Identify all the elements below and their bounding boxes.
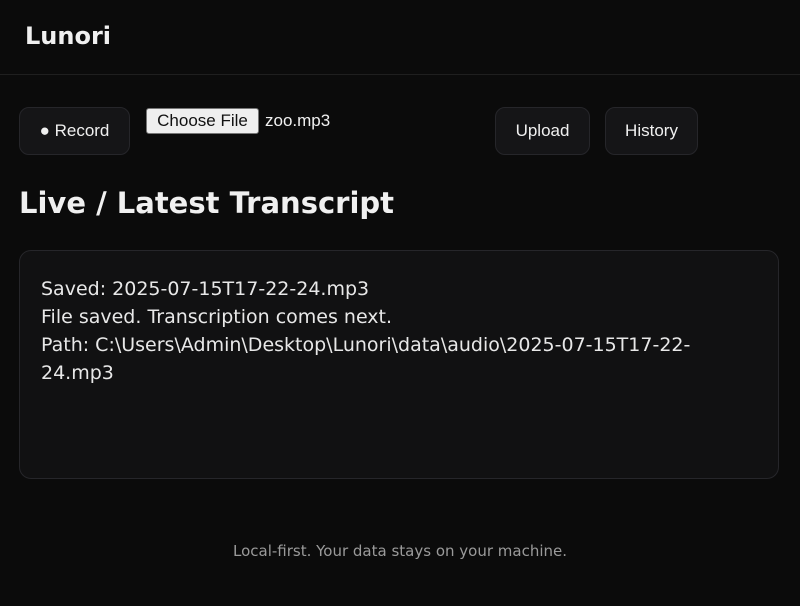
app-header: Lunori (0, 0, 800, 75)
transcript-line: Saved: 2025-07-15T17-22-24.mp3 (41, 278, 370, 300)
selected-file-name: zoo.mp3 (265, 111, 331, 130)
page-title: Live / Latest Transcript (19, 186, 395, 220)
transcript-panel: Saved: 2025-07-15T17-22-24.mp3 File save… (19, 250, 779, 479)
transcript-line: Path: C:\Users\Admin\Desktop\Lunori\data… (41, 334, 691, 384)
app-brand: Lunori (25, 22, 112, 50)
footer-note: Local-first. Your data stays on your mac… (232, 542, 567, 560)
transcript-line: File saved. Transcription comes next. (41, 306, 393, 328)
record-button[interactable]: ● Record (19, 107, 130, 155)
history-button[interactable]: History (605, 107, 698, 155)
upload-button[interactable]: Upload (495, 107, 590, 155)
choose-file-button[interactable]: Choose File (146, 108, 259, 134)
